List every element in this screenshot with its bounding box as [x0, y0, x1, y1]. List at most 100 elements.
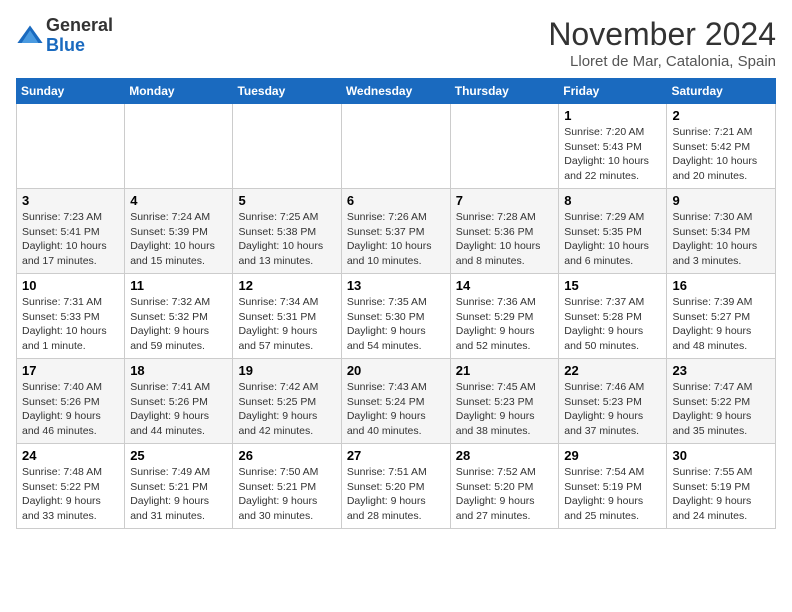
- calendar-cell: 15 Sunrise: 7:37 AM Sunset: 5:28 PM Dayli…: [559, 274, 667, 359]
- day-info: Sunrise: 7:30 AM Sunset: 5:34 PM Dayligh…: [672, 210, 770, 269]
- calendar-cell: 3Sunrise: 7:23 AM Sunset: 5:41 PM Daylig…: [17, 189, 125, 274]
- calendar-cell: [450, 104, 559, 189]
- weekday-header: Monday: [125, 79, 233, 104]
- day-number: 3: [22, 193, 119, 208]
- day-info: Sunrise: 7:42 AM Sunset: 5:25 PM Dayligh…: [238, 380, 335, 439]
- day-info: Sunrise: 7:29 AM Sunset: 5:35 PM Dayligh…: [564, 210, 661, 269]
- day-number: 30: [672, 448, 770, 463]
- calendar-cell: [125, 104, 233, 189]
- day-number: 14: [456, 278, 554, 293]
- logo: General Blue: [16, 16, 113, 56]
- day-number: 2: [672, 108, 770, 123]
- day-info: Sunrise: 7:49 AM Sunset: 5:21 PM Dayligh…: [130, 465, 227, 524]
- day-info: Sunrise: 7:50 AM Sunset: 5:21 PM Dayligh…: [238, 465, 335, 524]
- calendar-cell: 6Sunrise: 7:26 AM Sunset: 5:37 PM Daylig…: [341, 189, 450, 274]
- day-number: 24: [22, 448, 119, 463]
- day-info: Sunrise: 7:37 AM Sunset: 5:28 PM Dayligh…: [564, 295, 661, 354]
- calendar-cell: 11 Sunrise: 7:32 AM Sunset: 5:32 PM Dayli…: [125, 274, 233, 359]
- day-info: Sunrise: 7:26 AM Sunset: 5:37 PM Dayligh…: [347, 210, 445, 269]
- calendar-cell: 28 Sunrise: 7:52 AM Sunset: 5:20 PM Dayli…: [450, 444, 559, 529]
- day-info: Sunrise: 7:48 AM Sunset: 5:22 PM Dayligh…: [22, 465, 119, 524]
- page-header: General Blue November 2024 Lloret de Mar…: [16, 16, 776, 70]
- day-info: Sunrise: 7:41 AM Sunset: 5:26 PM Dayligh…: [130, 380, 227, 439]
- calendar-week-row: 1 Sunrise: 7:20 AM Sunset: 5:43 PM Daylig…: [17, 104, 776, 189]
- day-info: Sunrise: 7:54 AM Sunset: 5:19 PM Dayligh…: [564, 465, 661, 524]
- weekday-header: Tuesday: [233, 79, 341, 104]
- calendar-week-row: 10 Sunrise: 7:31 AM Sunset: 5:33 PM Dayli…: [17, 274, 776, 359]
- day-info: Sunrise: 7:47 AM Sunset: 5:22 PM Dayligh…: [672, 380, 770, 439]
- day-number: 16: [672, 278, 770, 293]
- day-number: 13: [347, 278, 445, 293]
- day-number: 23: [672, 363, 770, 378]
- day-number: 10: [22, 278, 119, 293]
- day-info: Sunrise: 7:45 AM Sunset: 5:23 PM Dayligh…: [456, 380, 554, 439]
- calendar-cell: 21 Sunrise: 7:45 AM Sunset: 5:23 PM Dayli…: [450, 359, 559, 444]
- day-number: 27: [347, 448, 445, 463]
- calendar-cell: 23 Sunrise: 7:47 AM Sunset: 5:22 PM Dayli…: [667, 359, 776, 444]
- day-info: Sunrise: 7:40 AM Sunset: 5:26 PM Dayligh…: [22, 380, 119, 439]
- calendar-cell: 30 Sunrise: 7:55 AM Sunset: 5:19 PM Dayli…: [667, 444, 776, 529]
- calendar-cell: [233, 104, 341, 189]
- calendar-cell: 2 Sunrise: 7:21 AM Sunset: 5:42 PM Daylig…: [667, 104, 776, 189]
- weekday-header: Friday: [559, 79, 667, 104]
- day-info: Sunrise: 7:25 AM Sunset: 5:38 PM Dayligh…: [238, 210, 335, 269]
- day-info: Sunrise: 7:46 AM Sunset: 5:23 PM Dayligh…: [564, 380, 661, 439]
- day-number: 28: [456, 448, 554, 463]
- day-info: Sunrise: 7:55 AM Sunset: 5:19 PM Dayligh…: [672, 465, 770, 524]
- day-number: 8: [564, 193, 661, 208]
- weekday-header: Saturday: [667, 79, 776, 104]
- day-number: 26: [238, 448, 335, 463]
- calendar-cell: 22 Sunrise: 7:46 AM Sunset: 5:23 PM Dayli…: [559, 359, 667, 444]
- day-info: Sunrise: 7:34 AM Sunset: 5:31 PM Dayligh…: [238, 295, 335, 354]
- calendar-cell: 27Sunrise: 7:51 AM Sunset: 5:20 PM Dayli…: [341, 444, 450, 529]
- calendar-week-row: 17Sunrise: 7:40 AM Sunset: 5:26 PM Dayli…: [17, 359, 776, 444]
- day-info: Sunrise: 7:32 AM Sunset: 5:32 PM Dayligh…: [130, 295, 227, 354]
- calendar-body: 1 Sunrise: 7:20 AM Sunset: 5:43 PM Daylig…: [17, 104, 776, 529]
- day-info: Sunrise: 7:28 AM Sunset: 5:36 PM Dayligh…: [456, 210, 554, 269]
- weekday-header-row: SundayMondayTuesdayWednesdayThursdayFrid…: [17, 79, 776, 104]
- logo-text: General Blue: [46, 16, 113, 56]
- calendar-cell: 16 Sunrise: 7:39 AM Sunset: 5:27 PM Dayli…: [667, 274, 776, 359]
- title-block: November 2024 Lloret de Mar, Catalonia, …: [548, 16, 776, 70]
- day-number: 21: [456, 363, 554, 378]
- day-info: Sunrise: 7:39 AM Sunset: 5:27 PM Dayligh…: [672, 295, 770, 354]
- calendar-cell: 13 Sunrise: 7:35 AM Sunset: 5:30 PM Dayli…: [341, 274, 450, 359]
- day-info: Sunrise: 7:21 AM Sunset: 5:42 PM Dayligh…: [672, 125, 770, 184]
- day-info: Sunrise: 7:24 AM Sunset: 5:39 PM Dayligh…: [130, 210, 227, 269]
- calendar-cell: 18 Sunrise: 7:41 AM Sunset: 5:26 PM Dayli…: [125, 359, 233, 444]
- calendar-cell: 14 Sunrise: 7:36 AM Sunset: 5:29 PM Dayli…: [450, 274, 559, 359]
- day-number: 25: [130, 448, 227, 463]
- calendar-cell: 19 Sunrise: 7:42 AM Sunset: 5:25 PM Dayli…: [233, 359, 341, 444]
- calendar-cell: 26 Sunrise: 7:50 AM Sunset: 5:21 PM Dayli…: [233, 444, 341, 529]
- calendar-cell: 20Sunrise: 7:43 AM Sunset: 5:24 PM Dayli…: [341, 359, 450, 444]
- day-number: 18: [130, 363, 227, 378]
- day-number: 11: [130, 278, 227, 293]
- location-subtitle: Lloret de Mar, Catalonia, Spain: [548, 53, 776, 70]
- calendar-week-row: 24 Sunrise: 7:48 AM Sunset: 5:22 PM Dayli…: [17, 444, 776, 529]
- day-info: Sunrise: 7:35 AM Sunset: 5:30 PM Dayligh…: [347, 295, 445, 354]
- day-info: Sunrise: 7:52 AM Sunset: 5:20 PM Dayligh…: [456, 465, 554, 524]
- calendar-cell: [17, 104, 125, 189]
- calendar-header: SundayMondayTuesdayWednesdayThursdayFrid…: [17, 79, 776, 104]
- calendar-table: SundayMondayTuesdayWednesdayThursdayFrid…: [16, 78, 776, 529]
- day-number: 22: [564, 363, 661, 378]
- calendar-cell: 8 Sunrise: 7:29 AM Sunset: 5:35 PM Daylig…: [559, 189, 667, 274]
- day-number: 12: [238, 278, 335, 293]
- calendar-cell: 25 Sunrise: 7:49 AM Sunset: 5:21 PM Dayli…: [125, 444, 233, 529]
- day-number: 5: [238, 193, 335, 208]
- day-info: Sunrise: 7:36 AM Sunset: 5:29 PM Dayligh…: [456, 295, 554, 354]
- calendar-cell: 4 Sunrise: 7:24 AM Sunset: 5:39 PM Daylig…: [125, 189, 233, 274]
- calendar-cell: 17Sunrise: 7:40 AM Sunset: 5:26 PM Dayli…: [17, 359, 125, 444]
- day-number: 1: [564, 108, 661, 123]
- calendar-cell: 24 Sunrise: 7:48 AM Sunset: 5:22 PM Dayli…: [17, 444, 125, 529]
- day-number: 20: [347, 363, 445, 378]
- day-number: 15: [564, 278, 661, 293]
- day-number: 4: [130, 193, 227, 208]
- day-info: Sunrise: 7:20 AM Sunset: 5:43 PM Dayligh…: [564, 125, 661, 184]
- day-number: 19: [238, 363, 335, 378]
- month-title: November 2024: [548, 16, 776, 53]
- day-info: Sunrise: 7:31 AM Sunset: 5:33 PM Dayligh…: [22, 295, 119, 354]
- weekday-header: Sunday: [17, 79, 125, 104]
- calendar-cell: 12 Sunrise: 7:34 AM Sunset: 5:31 PM Dayli…: [233, 274, 341, 359]
- logo-icon: [16, 22, 44, 50]
